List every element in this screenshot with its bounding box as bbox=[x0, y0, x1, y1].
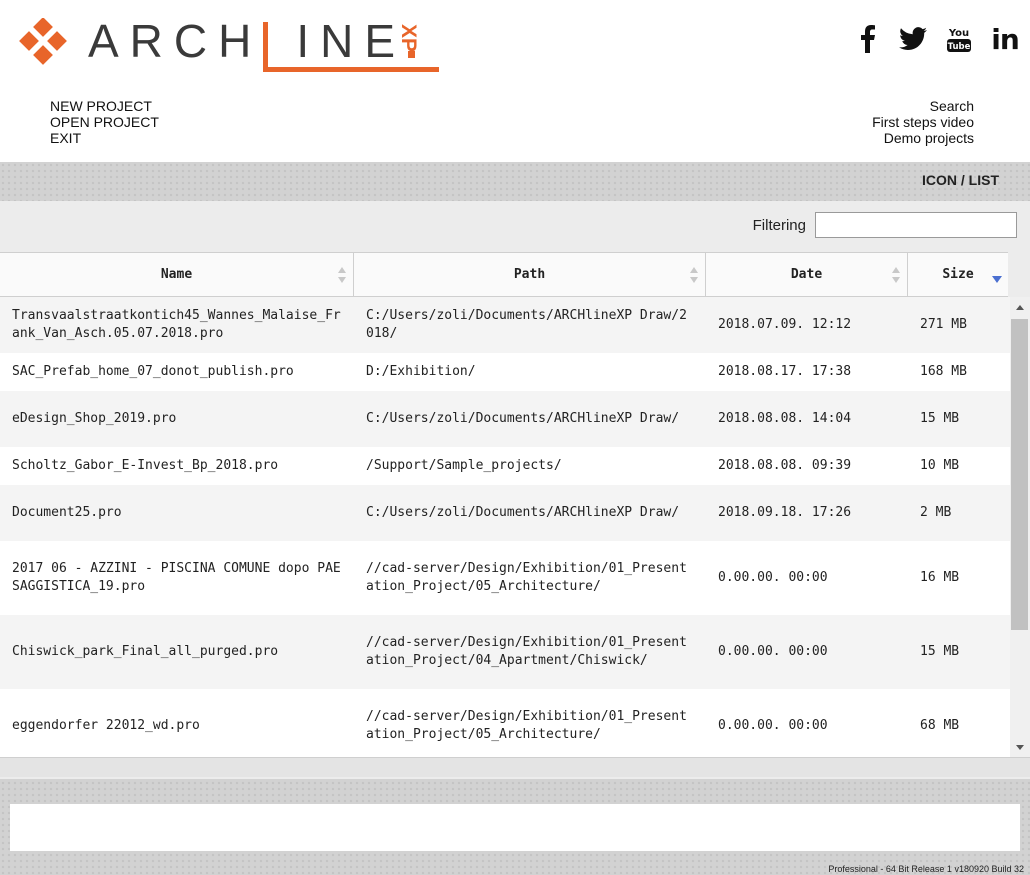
header: ARCH INE XP You Tube in NEW PROJECT OPEN … bbox=[0, 0, 1030, 162]
sort-icon bbox=[892, 267, 900, 283]
sort-descending-icon bbox=[992, 276, 1002, 283]
table-row[interactable]: Scholtz_Gabor_E-Invest_Bp_2018.pro /Supp… bbox=[0, 447, 1010, 485]
cell-path: //cad-server/Design/Exhibition/01_Presen… bbox=[366, 709, 687, 742]
logo-diamonds-icon bbox=[19, 18, 67, 65]
cell-size: 10 MB bbox=[920, 458, 960, 473]
cell-size: 68 MB bbox=[920, 718, 960, 733]
table-row[interactable]: eggendorfer 22012_wd.pro //cad-server/De… bbox=[0, 689, 1010, 757]
table-header: Name Path Date Size bbox=[0, 252, 1008, 297]
table-row[interactable]: Document25.pro C:/Users/zoli/Documents/A… bbox=[0, 485, 1010, 541]
filter-label: Filtering bbox=[752, 217, 806, 234]
scroll-down-arrow-icon[interactable] bbox=[1010, 739, 1030, 755]
panel-footer bbox=[0, 757, 1030, 777]
first-steps-video-link[interactable]: First steps video bbox=[872, 114, 974, 130]
cell-date: 2018.08.08. 09:39 bbox=[718, 458, 852, 473]
cell-date: 0.00.00. 00:00 bbox=[718, 644, 828, 659]
column-header-size[interactable]: Size bbox=[908, 253, 1008, 296]
social-links: You Tube in bbox=[852, 23, 1020, 56]
archline-logo: ARCH INE XP bbox=[16, 15, 456, 76]
cell-path: C:/Users/zoli/Documents/ARCHlineXP Draw/… bbox=[366, 308, 687, 341]
facebook-icon[interactable] bbox=[852, 24, 882, 54]
logo-l-foot bbox=[263, 67, 439, 72]
cell-size: 2 MB bbox=[920, 505, 952, 520]
sort-icon bbox=[690, 267, 698, 283]
cell-name: Transvaalstraatkontich45_Wannes_Malaise_… bbox=[12, 308, 341, 341]
cell-path: C:/Users/zoli/Documents/ARCHlineXP Draw/ bbox=[366, 505, 680, 520]
cell-path: C:/Users/zoli/Documents/ARCHlineXP Draw/ bbox=[366, 411, 680, 426]
scrollbar-thumb[interactable] bbox=[1011, 319, 1028, 630]
version-label: Professional - 64 Bit Release 1 v180920 … bbox=[828, 864, 1024, 874]
search-link[interactable]: Search bbox=[872, 98, 974, 114]
project-table-body: Transvaalstraatkontich45_Wannes_Malaise_… bbox=[0, 297, 1010, 757]
help-menu: Search First steps video Demo projects bbox=[872, 98, 974, 146]
sort-icon bbox=[338, 267, 346, 283]
cell-date: 2018.09.18. 17:26 bbox=[718, 505, 852, 520]
logo-l-bar bbox=[263, 22, 268, 72]
exit-link[interactable]: EXIT bbox=[50, 130, 159, 146]
cell-name: Chiswick_park_Final_all_purged.pro bbox=[12, 644, 279, 659]
twitter-icon[interactable] bbox=[898, 24, 928, 54]
cell-name: eggendorfer 22012_wd.pro bbox=[12, 718, 200, 733]
cell-name: Document25.pro bbox=[12, 505, 122, 520]
cell-name: 2017 06 - AZZINI - PISCINA COMUNE dopo P… bbox=[12, 561, 341, 594]
table-row[interactable]: eDesign_Shop_2019.pro C:/Users/zoli/Docu… bbox=[0, 391, 1010, 447]
table-row[interactable]: Chiswick_park_Final_all_purged.pro //cad… bbox=[0, 615, 1010, 689]
cell-date: 0.00.00. 00:00 bbox=[718, 718, 828, 733]
main-menu: NEW PROJECT OPEN PROJECT EXIT bbox=[50, 98, 159, 146]
cell-size: 168 MB bbox=[920, 364, 967, 379]
open-project-link[interactable]: OPEN PROJECT bbox=[50, 114, 159, 130]
column-header-path[interactable]: Path bbox=[354, 253, 706, 296]
icon-list-toggle[interactable]: ICON / LIST bbox=[922, 172, 999, 188]
table-scrollbar[interactable] bbox=[1010, 297, 1030, 757]
cell-path: D:/Exhibition/ bbox=[366, 364, 476, 379]
table-row[interactable]: SAC_Prefab_home_07_donot_publish.pro D:/… bbox=[0, 353, 1010, 391]
cell-size: 15 MB bbox=[920, 644, 960, 659]
new-project-link[interactable]: NEW PROJECT bbox=[50, 98, 159, 114]
svg-text:You: You bbox=[948, 28, 969, 39]
cell-date: 0.00.00. 00:00 bbox=[718, 570, 828, 585]
column-header-name[interactable]: Name bbox=[0, 253, 354, 296]
info-box bbox=[10, 804, 1020, 851]
cell-date: 2018.07.09. 12:12 bbox=[718, 317, 852, 332]
svg-text:Tube: Tube bbox=[948, 42, 971, 52]
logo-dot bbox=[408, 51, 415, 58]
logo-xp-suffix: XP bbox=[397, 24, 420, 53]
demo-projects-link[interactable]: Demo projects bbox=[872, 130, 974, 146]
logo-wordmark: ARCH INE bbox=[88, 15, 407, 67]
cell-size: 271 MB bbox=[920, 317, 967, 332]
table-row[interactable]: Transvaalstraatkontich45_Wannes_Malaise_… bbox=[0, 297, 1010, 353]
cell-path: //cad-server/Design/Exhibition/01_Presen… bbox=[366, 561, 687, 594]
cell-name: eDesign_Shop_2019.pro bbox=[12, 411, 177, 426]
linkedin-icon[interactable]: in bbox=[990, 23, 1020, 56]
scroll-up-arrow-icon[interactable] bbox=[1010, 299, 1030, 315]
cell-date: 2018.08.08. 14:04 bbox=[718, 411, 852, 426]
cell-size: 16 MB bbox=[920, 570, 960, 585]
cell-date: 2018.08.17. 17:38 bbox=[718, 364, 852, 379]
cell-name: Scholtz_Gabor_E-Invest_Bp_2018.pro bbox=[12, 458, 279, 473]
filter-input[interactable] bbox=[815, 212, 1017, 238]
column-header-date[interactable]: Date bbox=[706, 253, 908, 296]
cell-path: /Support/Sample_projects/ bbox=[366, 458, 562, 473]
cell-path: //cad-server/Design/Exhibition/01_Presen… bbox=[366, 635, 687, 668]
cell-name: SAC_Prefab_home_07_donot_publish.pro bbox=[12, 364, 294, 379]
youtube-icon[interactable]: You Tube bbox=[944, 24, 974, 54]
table-row[interactable]: 2017 06 - AZZINI - PISCINA COMUNE dopo P… bbox=[0, 541, 1010, 615]
cell-size: 15 MB bbox=[920, 411, 960, 426]
